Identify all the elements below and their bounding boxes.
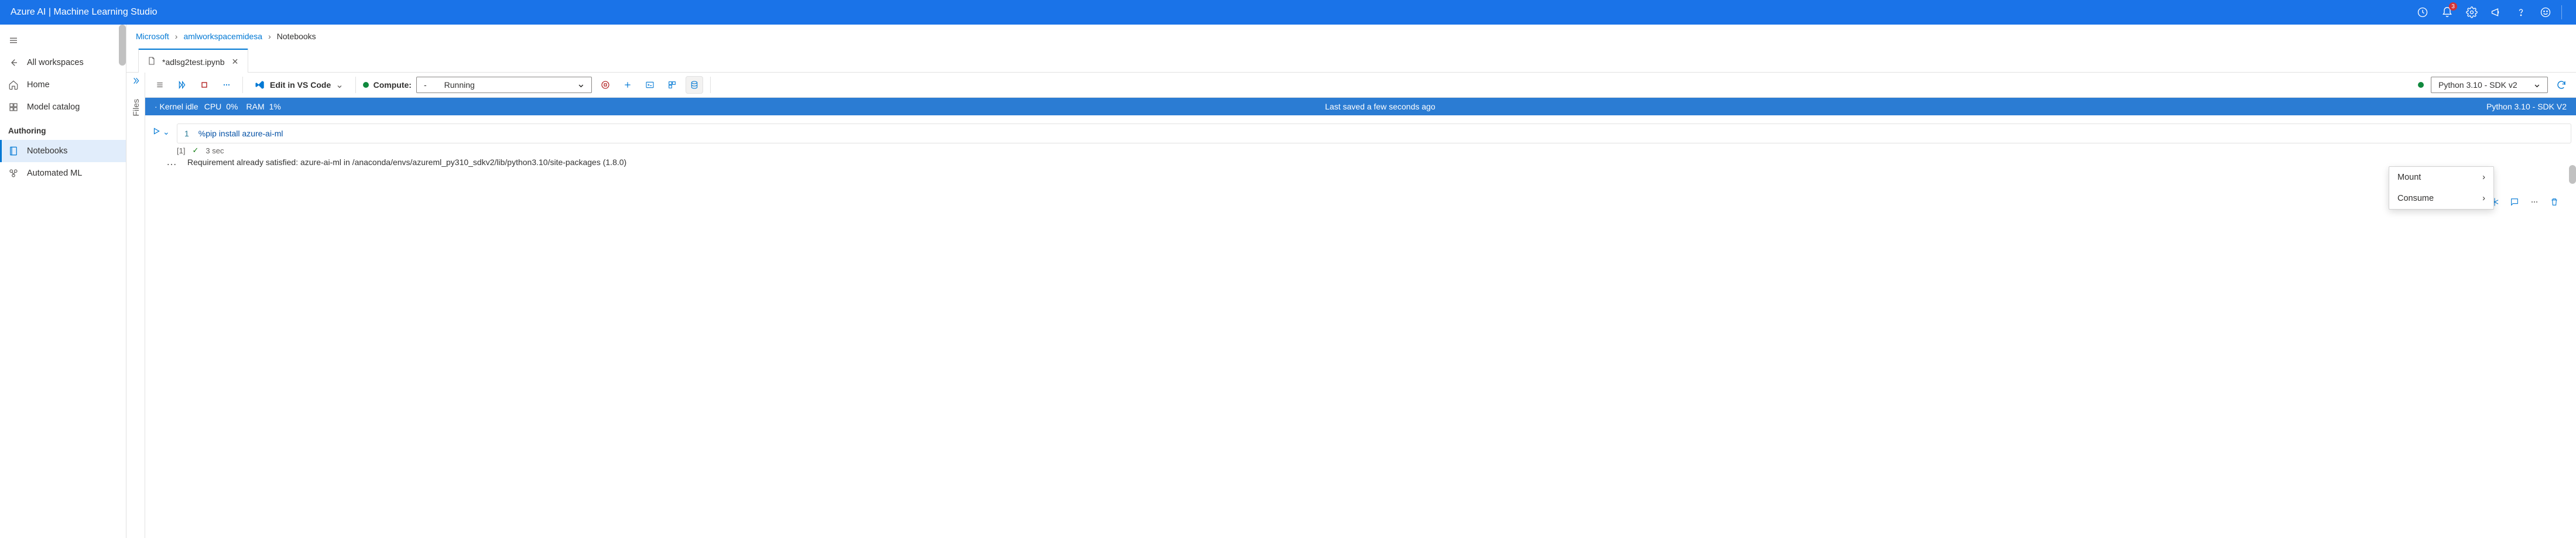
automl-icon bbox=[8, 168, 19, 179]
chevron-right-icon: › bbox=[268, 32, 271, 41]
kernel-status-dot-icon bbox=[2418, 82, 2424, 88]
sidebar-item-automated-ml[interactable]: Automated ML bbox=[0, 162, 126, 184]
chevron-right-icon: › bbox=[2482, 173, 2485, 182]
chevron-right-icon: › bbox=[2482, 194, 2485, 203]
close-tab-icon[interactable]: ✕ bbox=[231, 56, 240, 68]
compute-status: Running bbox=[444, 80, 475, 90]
status-dot-icon bbox=[363, 82, 369, 88]
data-actions-button[interactable] bbox=[686, 76, 703, 94]
kernel-badge: Python 3.10 - SDK V2 bbox=[2479, 102, 2567, 111]
compute-sep: - bbox=[424, 80, 427, 90]
sidebar-label: All workspaces bbox=[27, 58, 84, 67]
vscode-label: Edit in VS Code bbox=[270, 80, 331, 90]
code-cell[interactable]: 1 %pip install azure-ai-ml bbox=[177, 124, 2571, 143]
separator bbox=[355, 77, 356, 93]
help-icon[interactable] bbox=[2509, 0, 2533, 25]
settings-icon[interactable] bbox=[2459, 0, 2484, 25]
megaphone-icon[interactable] bbox=[2484, 0, 2509, 25]
chevron-right-icon: › bbox=[175, 32, 178, 41]
notifications-icon[interactable]: 3 bbox=[2435, 0, 2459, 25]
kernel-idle-status: · Kernel idle bbox=[155, 102, 198, 111]
files-panel-label[interactable]: Files bbox=[131, 99, 141, 116]
dropdown-label: Consume bbox=[2397, 194, 2434, 203]
file-tab[interactable]: *adlsg2test.ipynb ✕ bbox=[138, 49, 248, 73]
breadcrumb-root[interactable]: Microsoft bbox=[136, 32, 169, 41]
sidebar-item-all-workspaces[interactable]: All workspaces bbox=[0, 52, 126, 74]
compute-label: Compute: bbox=[374, 80, 412, 90]
more-ellipsis-button[interactable] bbox=[218, 76, 235, 94]
kernel-dropdown[interactable]: Python 3.10 - SDK v2 bbox=[2431, 77, 2548, 93]
terminal-button[interactable] bbox=[641, 76, 659, 94]
add-compute-button[interactable] bbox=[619, 76, 636, 94]
sidebar-item-home[interactable]: Home bbox=[0, 74, 126, 96]
sidebar-label: Notebooks bbox=[27, 146, 67, 156]
output-expand-icon[interactable]: … bbox=[166, 157, 177, 166]
notebook-scrollbar[interactable] bbox=[2569, 165, 2576, 184]
run-cell-dropdown[interactable]: ⌄ bbox=[163, 127, 170, 137]
refresh-kernel-button[interactable] bbox=[2553, 80, 2570, 90]
sidebar-label: Automated ML bbox=[27, 169, 82, 178]
notebook-file-icon bbox=[147, 56, 156, 67]
check-icon: ✓ bbox=[192, 146, 198, 155]
cell-code: %pip install azure-ai-ml bbox=[198, 129, 283, 138]
compute-dropdown[interactable]: - Running bbox=[416, 77, 592, 93]
breadcrumb: Microsoft › amlworkspacemidesa › Noteboo… bbox=[126, 25, 2576, 48]
home-icon bbox=[8, 80, 19, 90]
separator bbox=[242, 77, 243, 93]
cell-output: Requirement already satisfied: azure-ai-… bbox=[187, 157, 626, 167]
edit-in-vscode-button[interactable]: Edit in VS Code ⌄ bbox=[250, 76, 348, 94]
notebook-icon bbox=[8, 146, 19, 156]
sidebar-item-notebooks[interactable]: Notebooks bbox=[0, 140, 126, 162]
history-icon[interactable] bbox=[2410, 0, 2435, 25]
chevron-down-icon: ⌄ bbox=[335, 79, 343, 91]
dropdown-label: Mount bbox=[2397, 173, 2421, 182]
last-saved: Last saved a few seconds ago bbox=[281, 102, 2479, 111]
kernel-name: Python 3.10 - SDK v2 bbox=[2438, 80, 2517, 90]
cell-more-button[interactable] bbox=[2526, 193, 2543, 211]
dropdown-item-mount[interactable]: Mount › bbox=[2389, 167, 2493, 188]
sidebar-scrollbar[interactable] bbox=[119, 25, 126, 66]
run-cell-button[interactable] bbox=[152, 127, 160, 137]
separator bbox=[710, 77, 711, 93]
tab-filename: *adlsg2test.ipynb bbox=[162, 57, 225, 67]
stop-compute-button[interactable] bbox=[597, 76, 614, 94]
comment-button[interactable] bbox=[2506, 193, 2523, 211]
delete-cell-button[interactable] bbox=[2546, 193, 2563, 211]
sidebar-item-model-catalog[interactable]: Model catalog bbox=[0, 96, 126, 118]
breadcrumb-workspace[interactable]: amlworkspacemidesa bbox=[183, 32, 262, 41]
vscode-icon bbox=[255, 80, 265, 90]
apps-button[interactable] bbox=[663, 76, 681, 94]
feedback-icon[interactable] bbox=[2533, 0, 2558, 25]
execution-duration: 3 sec bbox=[205, 146, 224, 155]
run-all-button[interactable] bbox=[173, 76, 191, 94]
sidebar-label: Home bbox=[27, 80, 50, 90]
catalog-icon bbox=[8, 102, 19, 112]
stop-button[interactable] bbox=[196, 76, 213, 94]
ram-label: RAM bbox=[246, 102, 265, 111]
line-number: 1 bbox=[184, 129, 189, 138]
dropdown-item-consume[interactable]: Consume › bbox=[2389, 188, 2493, 209]
back-arrow-icon bbox=[8, 57, 19, 68]
header-separator bbox=[2561, 5, 2562, 19]
data-actions-dropdown: Mount › Consume › bbox=[2389, 166, 2494, 210]
expand-files-icon[interactable] bbox=[131, 76, 141, 87]
sidebar-label: Model catalog bbox=[27, 102, 80, 112]
hamburger-menu[interactable] bbox=[0, 29, 126, 52]
execution-count: [1] bbox=[177, 146, 185, 155]
cpu-label: CPU bbox=[204, 102, 222, 111]
app-title: Azure AI | Machine Learning Studio bbox=[11, 7, 157, 18]
menu-button[interactable] bbox=[151, 76, 169, 94]
sidebar-section-authoring: Authoring bbox=[0, 118, 126, 140]
breadcrumb-current: Notebooks bbox=[277, 32, 316, 41]
ram-value: 1% bbox=[269, 102, 281, 111]
notification-badge: 3 bbox=[2449, 2, 2457, 11]
cpu-value: 0% bbox=[226, 102, 238, 111]
